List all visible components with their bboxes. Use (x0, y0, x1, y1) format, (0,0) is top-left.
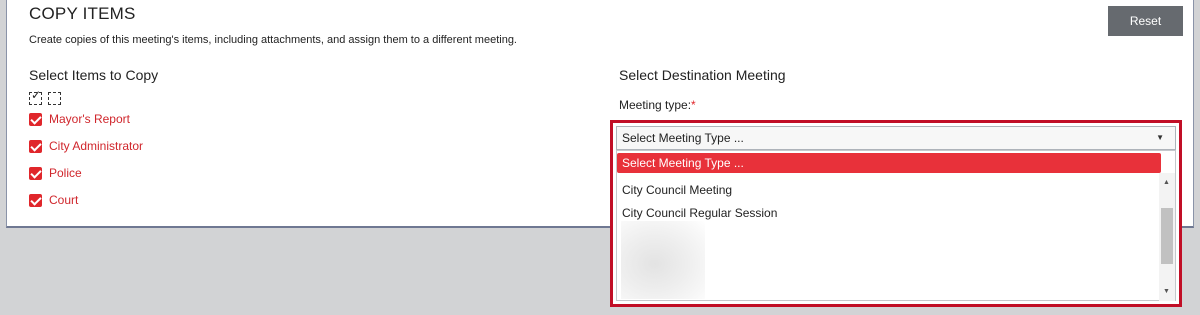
item-label: Mayor's Report (49, 112, 130, 126)
dropdown-caret-icon[interactable]: ▼ (1156, 133, 1164, 142)
meeting-type-dropdown: Select Meeting Type ... ▼ Select Meeting… (610, 120, 1182, 307)
check-icon: ✓ (31, 88, 42, 102)
list-item[interactable]: Court (29, 193, 78, 207)
checkbox-checked-icon[interactable] (29, 112, 42, 126)
option-city-council-meeting[interactable]: City Council Meeting (617, 180, 1161, 200)
select-all-checkbox[interactable]: ✓ (29, 88, 42, 105)
checkbox-checked-icon[interactable] (29, 193, 42, 207)
checkbox-checked-icon[interactable] (29, 139, 42, 153)
item-label: Police (49, 166, 82, 180)
option-city-council-regular-session[interactable]: City Council Regular Session (617, 203, 1161, 223)
dropdown-scrollbar[interactable]: ▲ ▼ (1159, 173, 1175, 301)
required-marker: * (691, 98, 696, 112)
item-label: Court (49, 193, 79, 207)
destination-heading: Select Destination Meeting (619, 67, 786, 83)
select-items-heading: Select Items to Copy (29, 67, 159, 83)
list-item[interactable]: City Administrator (29, 139, 143, 153)
item-label: City Administrator (49, 139, 144, 153)
scroll-up-icon[interactable]: ▲ (1163, 179, 1170, 186)
select-none-checkbox[interactable] (48, 92, 61, 105)
scroll-thumb[interactable] (1161, 208, 1173, 264)
meeting-type-label-text: Meeting type: (619, 98, 692, 112)
select-value: Select Meeting Type ... (622, 131, 744, 145)
reset-button[interactable]: Reset (1108, 6, 1183, 36)
meeting-type-label: Meeting type:* (619, 98, 696, 112)
scroll-down-icon[interactable]: ▼ (1163, 288, 1170, 295)
list-item[interactable]: Police (29, 166, 82, 180)
bulk-select-controls: ✓ (29, 88, 61, 105)
meeting-type-options: Select Meeting Type ... City Council Mee… (616, 150, 1176, 301)
page-title: COPY ITEMS (29, 4, 136, 23)
blurred-area (621, 221, 705, 299)
page-description: Create copies of this meeting's items, i… (29, 34, 517, 46)
meeting-type-select[interactable]: Select Meeting Type ... ▼ (616, 126, 1176, 150)
list-item[interactable]: Mayor's Report (29, 112, 130, 126)
checkbox-checked-icon[interactable] (29, 166, 42, 180)
option-select-meeting-type[interactable]: Select Meeting Type ... (617, 153, 1161, 173)
